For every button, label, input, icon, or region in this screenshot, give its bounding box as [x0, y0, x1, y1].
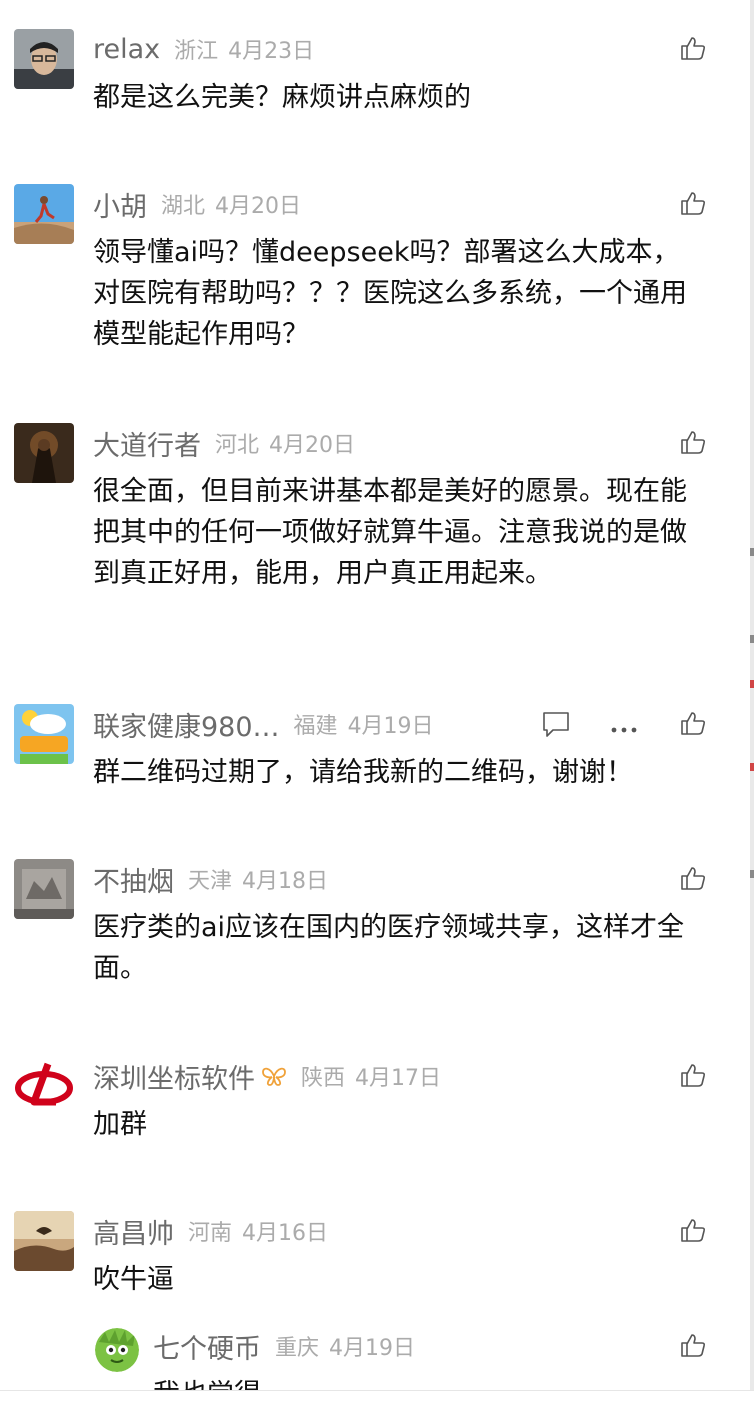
author-name[interactable]: 高昌帅	[93, 1212, 174, 1251]
scroll-marker	[750, 763, 754, 771]
thumbs-up-icon[interactable]	[680, 710, 706, 736]
comment-date: 4月20日	[215, 194, 302, 219]
author-name[interactable]: 七个硬币	[153, 1327, 261, 1366]
thumbs-up-icon[interactable]	[680, 190, 706, 216]
scrollbar-track[interactable]	[750, 0, 754, 1414]
thumbs-up-icon[interactable]	[680, 1332, 706, 1358]
comment-header: 大道行者 河北 4月20日	[93, 424, 356, 463]
comment-date: 4月18日	[242, 869, 329, 894]
author-location: 河南	[188, 1221, 233, 1246]
scroll-marker	[750, 548, 754, 556]
reply-icon[interactable]	[541, 710, 571, 738]
thumbs-up-icon[interactable]	[680, 1062, 706, 1088]
comment-header: 联家健康980… 福建 4月19日	[93, 705, 434, 744]
thumbs-up-icon[interactable]	[680, 429, 706, 455]
author-name[interactable]: 联家健康980…	[93, 705, 280, 744]
comment-header: 小胡 湖北 4月20日	[93, 185, 302, 224]
comment-text: 加群	[93, 1109, 147, 1140]
butterfly-badge-icon	[261, 1065, 287, 1087]
avatar[interactable]	[14, 29, 74, 89]
comment-header: relax 浙江 4月23日	[93, 31, 314, 67]
author-location: 湖北	[161, 194, 206, 219]
comment-date: 4月17日	[355, 1066, 442, 1091]
comment-text: 领导懂ai吗？懂deepseek吗？部署这么大成本，对医院有帮助吗？？？医院这么…	[93, 237, 687, 350]
comment-date: 4月20日	[269, 433, 356, 458]
author-location: 重庆	[275, 1336, 320, 1361]
thumbs-up-icon[interactable]	[680, 35, 706, 61]
thumbs-up-icon[interactable]	[680, 1217, 706, 1243]
author-location: 福建	[293, 714, 338, 739]
avatar[interactable]	[95, 1328, 139, 1372]
comment-text: 吹牛逼	[93, 1264, 174, 1295]
comment-text: 群二维码过期了，请给我新的二维码，谢谢！	[93, 757, 633, 788]
comment-date: 4月16日	[242, 1221, 329, 1246]
author-name[interactable]: 不抽烟	[93, 860, 174, 899]
avatar[interactable]	[14, 859, 74, 919]
author-location: 天津	[188, 869, 233, 894]
author-location: 陕西	[301, 1066, 346, 1091]
author-location: 河北	[215, 433, 260, 458]
author-location: 浙江	[174, 39, 219, 64]
comment-date: 4月23日	[228, 39, 315, 64]
more-icon[interactable]	[610, 719, 638, 733]
comment-header: 高昌帅 河南 4月16日	[93, 1212, 329, 1251]
viewport-bottom	[0, 1391, 754, 1414]
comment-date: 4月19日	[347, 714, 434, 739]
author-name[interactable]: 大道行者	[93, 424, 201, 463]
comment-header: 不抽烟 天津 4月18日	[93, 860, 329, 899]
avatar[interactable]	[14, 423, 74, 483]
comment-date: 4月19日	[329, 1336, 416, 1361]
avatar[interactable]	[14, 184, 74, 244]
scroll-marker	[750, 635, 754, 643]
author-name[interactable]: 小胡	[93, 185, 147, 224]
scroll-marker	[750, 870, 754, 878]
author-name[interactable]: relax	[93, 34, 160, 65]
avatar[interactable]	[14, 704, 74, 764]
thumbs-up-icon[interactable]	[680, 865, 706, 891]
comment-header: 七个硬币 重庆 4月19日	[153, 1327, 416, 1366]
scroll-marker	[750, 680, 754, 688]
avatar[interactable]	[14, 1056, 74, 1116]
comment-header: 深圳坐标软件 陕西 4月17日	[93, 1057, 442, 1096]
comment-text: 很全面，但目前来讲基本都是美好的愿景。现在能把其中的任何一项做好就算牛逼。注意我…	[93, 476, 687, 589]
avatar[interactable]	[14, 1211, 74, 1271]
author-name[interactable]: 深圳坐标软件	[93, 1057, 255, 1096]
comment-text: 都是这么完美？麻烦讲点麻烦的	[93, 82, 471, 113]
comment-text: 医疗类的ai应该在国内的医疗领域共享，这样才全面。	[93, 912, 685, 984]
